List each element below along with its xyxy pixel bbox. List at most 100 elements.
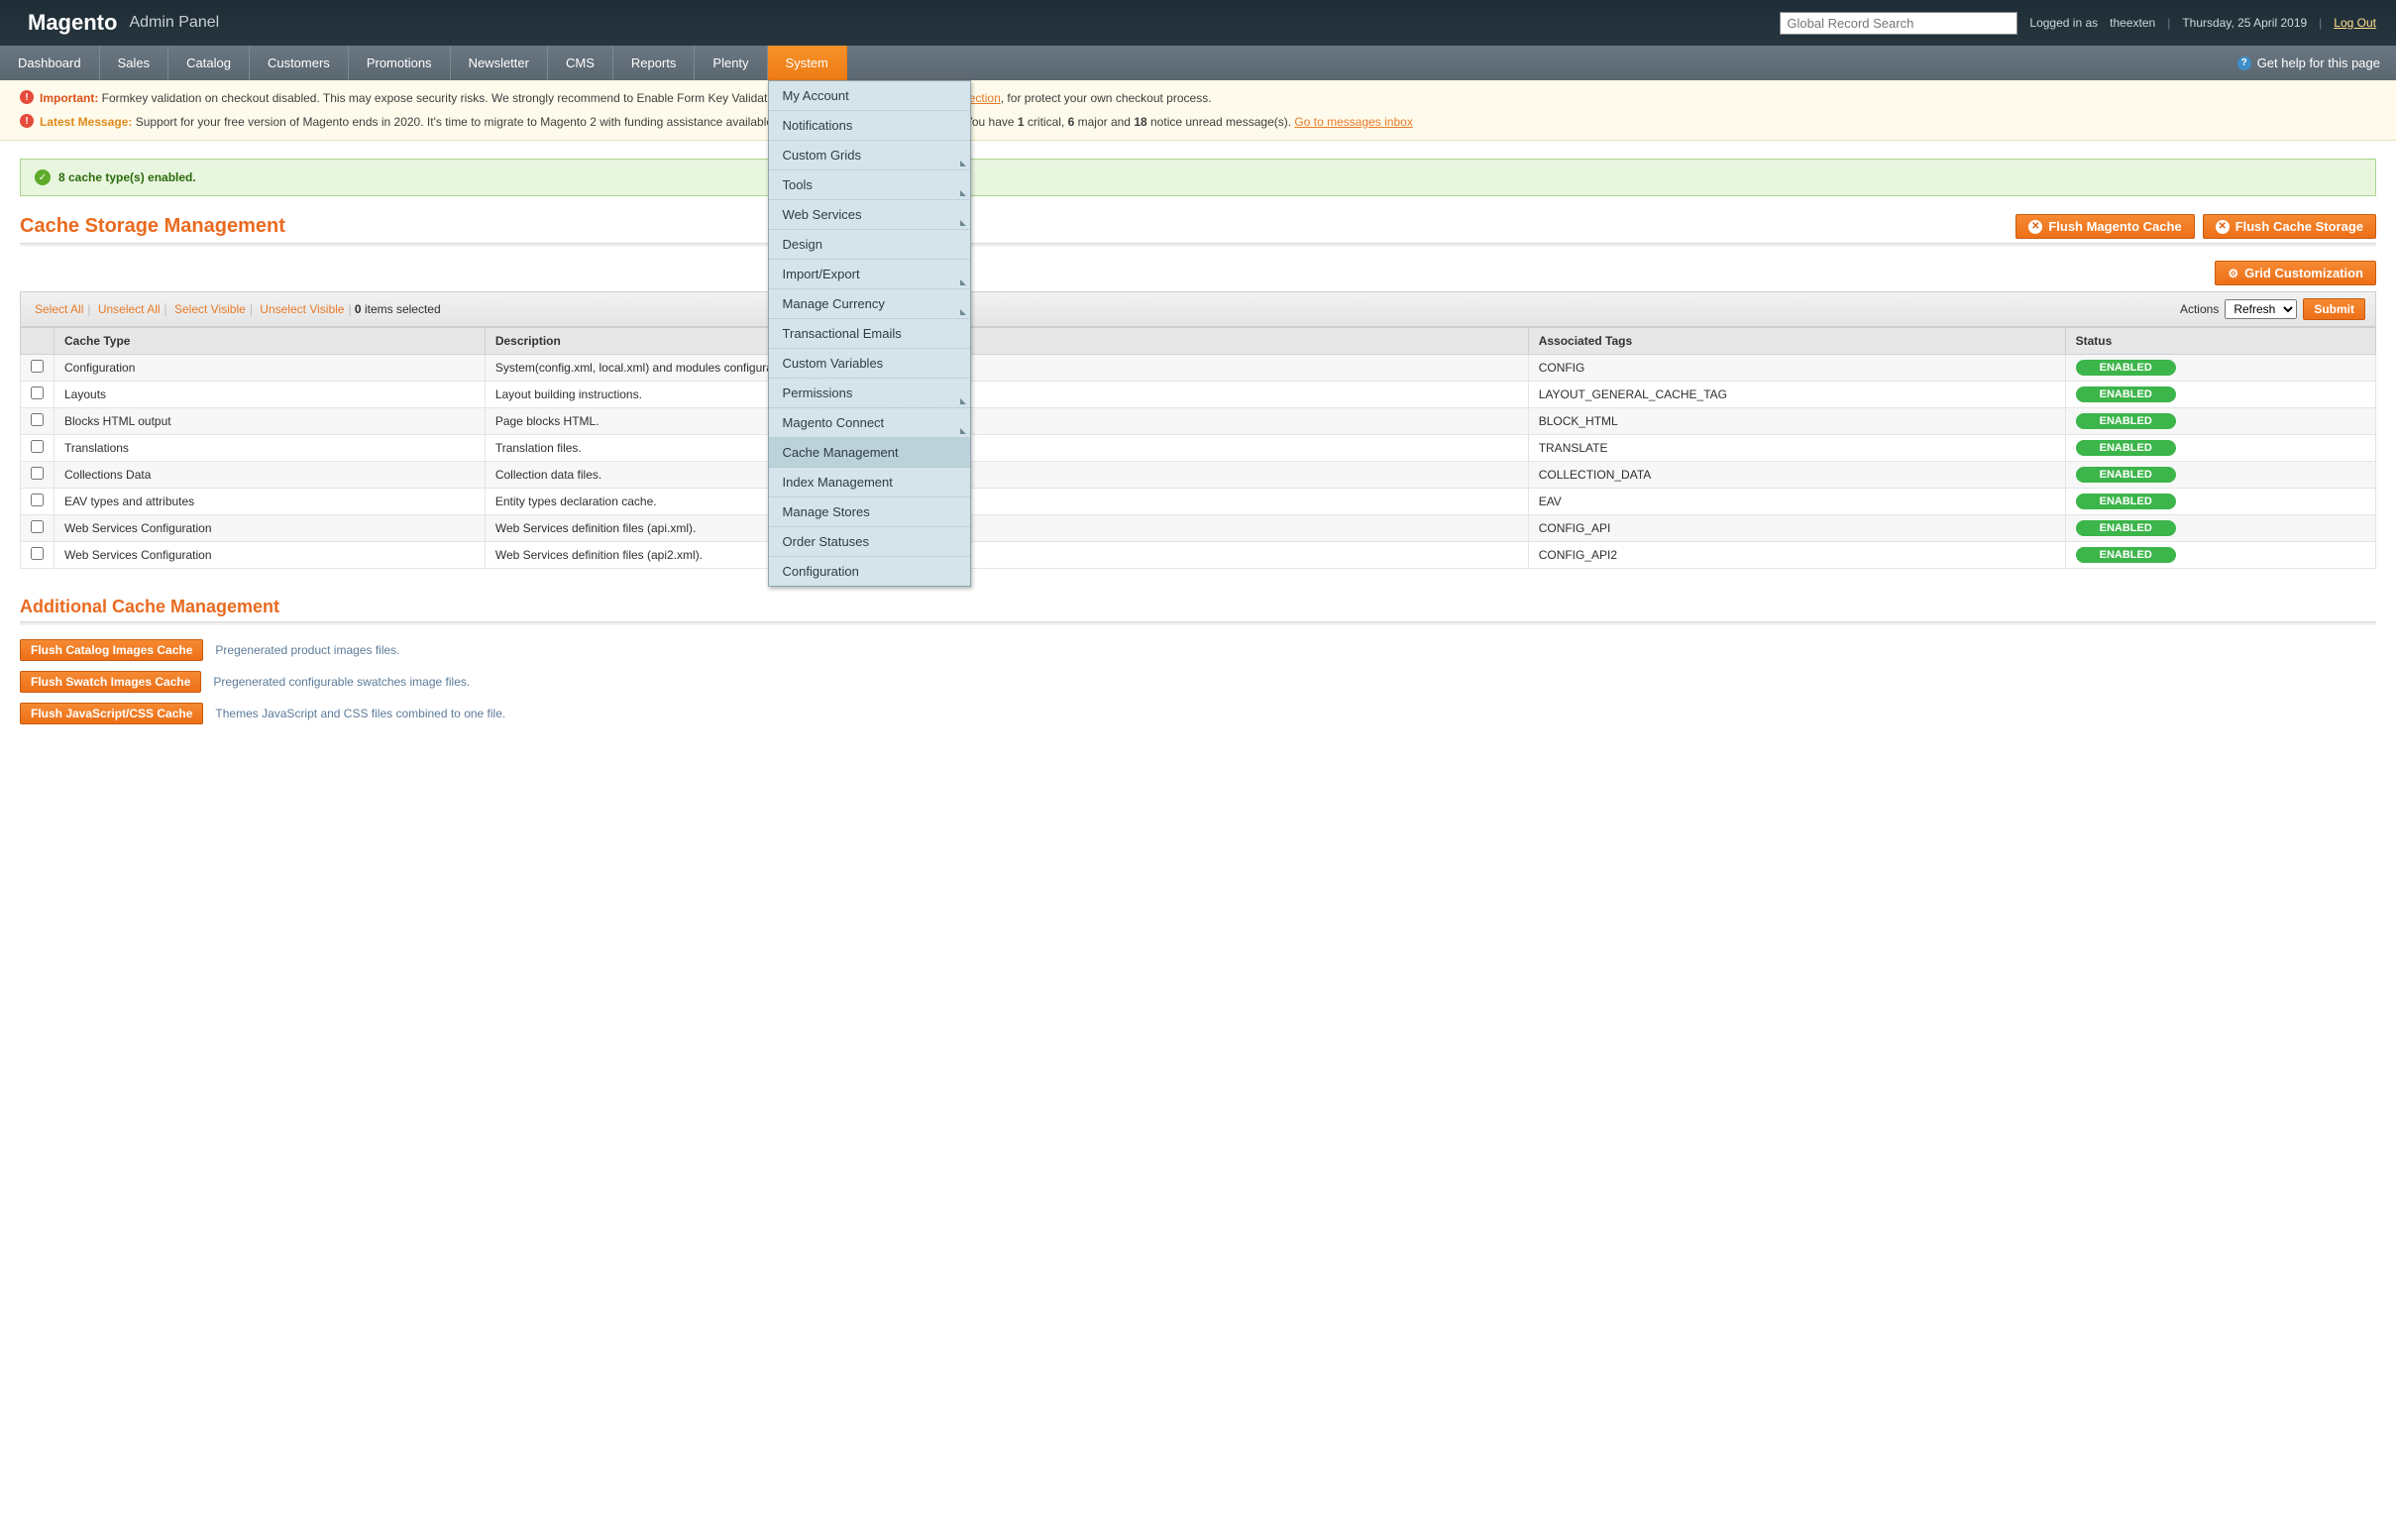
menu-item-custom-grids[interactable]: Custom Grids xyxy=(769,141,970,170)
messages-inbox-link[interactable]: Go to messages inbox xyxy=(1294,115,1412,129)
cell-type: Layouts xyxy=(54,382,486,408)
table-row[interactable]: Collections DataCollection data files.CO… xyxy=(21,462,2376,489)
flush-button[interactable]: Flush Catalog Images Cache xyxy=(20,639,203,661)
menu-item-my-account[interactable]: My Account xyxy=(769,81,970,111)
row-checkbox[interactable] xyxy=(31,520,44,533)
cell-tags: CONFIG_API2 xyxy=(1528,542,2065,569)
row-checkbox[interactable] xyxy=(31,386,44,399)
cell-desc: Web Services definition files (api.xml). xyxy=(485,515,1528,542)
cache-grid: Cache Type Description Associated Tags S… xyxy=(20,327,2376,569)
nav-sales[interactable]: Sales xyxy=(100,46,169,80)
cell-tags: COLLECTION_DATA xyxy=(1528,462,2065,489)
status-badge: ENABLED xyxy=(2076,467,2176,483)
selected-count: 0 xyxy=(355,302,362,316)
table-row[interactable]: Web Services ConfigurationWeb Services d… xyxy=(21,515,2376,542)
menu-item-manage-stores[interactable]: Manage Stores xyxy=(769,497,970,527)
cell-desc: Entity types declaration cache. xyxy=(485,489,1528,515)
menu-item-manage-currency[interactable]: Manage Currency xyxy=(769,289,970,319)
menu-item-web-services[interactable]: Web Services xyxy=(769,200,970,230)
flush-button[interactable]: Flush JavaScript/CSS Cache xyxy=(20,703,203,724)
cell-status: ENABLED xyxy=(2065,435,2375,462)
table-row[interactable]: EAV types and attributesEntity types dec… xyxy=(21,489,2376,515)
select-all-link[interactable]: Select All xyxy=(35,302,83,316)
status-badge: ENABLED xyxy=(2076,386,2176,402)
cell-desc: System(config.xml, local.xml) and module… xyxy=(485,355,1528,382)
nav-system[interactable]: System xyxy=(768,46,847,80)
row-checkbox[interactable] xyxy=(31,547,44,560)
cell-tags: CONFIG xyxy=(1528,355,2065,382)
cell-type: Web Services Configuration xyxy=(54,515,486,542)
actions-select[interactable]: Refresh xyxy=(2225,299,2297,319)
nav-promotions[interactable]: Promotions xyxy=(349,46,451,80)
col-cache-type[interactable]: Cache Type xyxy=(54,328,486,355)
menu-item-import-export[interactable]: Import/Export xyxy=(769,260,970,289)
alert-icon: ! xyxy=(20,90,34,104)
flush-magento-cache-button[interactable]: ✕Flush Magento Cache xyxy=(2015,214,2194,239)
menu-item-permissions[interactable]: Permissions xyxy=(769,379,970,408)
logout-link[interactable]: Log Out xyxy=(2334,16,2376,30)
global-search-input[interactable] xyxy=(1780,12,2017,35)
menu-item-notifications[interactable]: Notifications xyxy=(769,111,970,141)
cell-status: ENABLED xyxy=(2065,489,2375,515)
submit-button[interactable]: Submit xyxy=(2303,298,2365,320)
header-bar: Magento Admin Panel Logged in as theexte… xyxy=(0,0,2396,46)
latest-message: Latest Message: Support for your free ve… xyxy=(40,113,1413,131)
cell-status: ENABLED xyxy=(2065,355,2375,382)
row-checkbox[interactable] xyxy=(31,467,44,480)
col-status[interactable]: Status xyxy=(2065,328,2375,355)
col-description[interactable]: Description xyxy=(485,328,1528,355)
brand-subtext: Admin Panel xyxy=(129,14,219,32)
nav-catalog[interactable]: Catalog xyxy=(168,46,250,80)
row-checkbox[interactable] xyxy=(31,360,44,373)
cell-type: Configuration xyxy=(54,355,486,382)
status-badge: ENABLED xyxy=(2076,413,2176,429)
status-badge: ENABLED xyxy=(2076,360,2176,376)
system-dropdown: My AccountNotificationsCustom GridsTools… xyxy=(768,80,971,587)
unselect-visible-link[interactable]: Unselect Visible xyxy=(260,302,344,316)
cell-tags: BLOCK_HTML xyxy=(1528,408,2065,435)
flush-button[interactable]: Flush Swatch Images Cache xyxy=(20,671,201,693)
logged-in-label: Logged in as xyxy=(2029,16,2098,30)
page-title: Cache Storage Management xyxy=(20,215,285,238)
menu-item-tools[interactable]: Tools xyxy=(769,170,970,200)
nav-newsletter[interactable]: Newsletter xyxy=(451,46,548,80)
col-tags[interactable]: Associated Tags xyxy=(1528,328,2065,355)
menu-item-cache-management[interactable]: Cache Management xyxy=(769,438,970,468)
cell-type: Translations xyxy=(54,435,486,462)
help-link[interactable]: ? Get help for this page xyxy=(2237,55,2380,70)
nav-customers[interactable]: Customers xyxy=(250,46,349,80)
flush-cache-storage-button[interactable]: ✕Flush Cache Storage xyxy=(2203,214,2376,239)
table-row[interactable]: Blocks HTML outputPage blocks HTML.BLOCK… xyxy=(21,408,2376,435)
cell-tags: TRANSLATE xyxy=(1528,435,2065,462)
nav-dashboard[interactable]: Dashboard xyxy=(0,46,100,80)
row-checkbox[interactable] xyxy=(31,413,44,426)
menu-item-transactional-emails[interactable]: Transactional Emails xyxy=(769,319,970,349)
cell-type: Blocks HTML output xyxy=(54,408,486,435)
cell-status: ENABLED xyxy=(2065,515,2375,542)
grid-customization-button[interactable]: Grid Customization xyxy=(2215,261,2376,285)
table-row[interactable]: Web Services ConfigurationWeb Services d… xyxy=(21,542,2376,569)
table-row[interactable]: LayoutsLayout building instructions.LAYO… xyxy=(21,382,2376,408)
flush-desc: Themes JavaScript and CSS files combined… xyxy=(215,707,505,720)
main-nav: DashboardSalesCatalogCustomersPromotions… xyxy=(0,46,2396,80)
cell-desc: Collection data files. xyxy=(485,462,1528,489)
menu-item-index-management[interactable]: Index Management xyxy=(769,468,970,497)
row-checkbox[interactable] xyxy=(31,440,44,453)
menu-item-custom-variables[interactable]: Custom Variables xyxy=(769,349,970,379)
logged-in-user: theexten xyxy=(2110,16,2155,30)
status-badge: ENABLED xyxy=(2076,547,2176,563)
table-row[interactable]: TranslationsTranslation files.TRANSLATEE… xyxy=(21,435,2376,462)
nav-reports[interactable]: Reports xyxy=(613,46,696,80)
brand-text: Magento xyxy=(28,10,117,36)
select-visible-link[interactable]: Select Visible xyxy=(174,302,246,316)
menu-item-magento-connect[interactable]: Magento Connect xyxy=(769,408,970,438)
nav-cms[interactable]: CMS xyxy=(548,46,613,80)
menu-item-order-statuses[interactable]: Order Statuses xyxy=(769,527,970,557)
menu-item-design[interactable]: Design xyxy=(769,230,970,260)
nav-plenty[interactable]: Plenty xyxy=(695,46,767,80)
menu-item-configuration[interactable]: Configuration xyxy=(769,557,970,586)
unselect-all-link[interactable]: Unselect All xyxy=(98,302,161,316)
header-right: Logged in as theexten | Thursday, 25 Apr… xyxy=(1780,12,2376,35)
row-checkbox[interactable] xyxy=(31,494,44,506)
table-row[interactable]: ConfigurationSystem(config.xml, local.xm… xyxy=(21,355,2376,382)
